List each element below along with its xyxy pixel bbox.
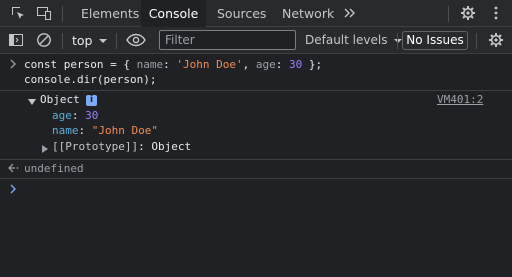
- object-prop-age: age: 30: [52, 109, 99, 122]
- kebab-menu-icon[interactable]: [488, 5, 504, 21]
- tab-elements[interactable]: Elements: [81, 0, 139, 27]
- log-levels-label: Default levels: [305, 33, 388, 47]
- toolbar-divider: [62, 33, 63, 49]
- console-prompt[interactable]: [0, 181, 512, 197]
- log-levels-dropdown[interactable]: Default levels: [305, 27, 403, 54]
- toolbar-divider-2: [116, 33, 117, 49]
- settings-icon[interactable]: [460, 5, 476, 21]
- sidebar-toggle-icon[interactable]: [8, 32, 24, 48]
- collapse-triangle-icon[interactable]: [28, 96, 36, 109]
- tab-network[interactable]: Network: [282, 0, 334, 27]
- return-arrow-icon: [8, 163, 20, 176]
- result-value: undefined: [24, 162, 84, 175]
- more-tabs-icon[interactable]: [342, 5, 358, 21]
- tab-sources[interactable]: Sources: [217, 0, 266, 27]
- command-line-2: console.dir(person);: [24, 73, 157, 86]
- device-toolbar-icon[interactable]: [36, 5, 52, 21]
- object-prop-name: name: "John Doe": [52, 124, 158, 137]
- devtools-tab-bar: Elements Console Sources Network: [0, 0, 512, 27]
- filter-input[interactable]: [159, 30, 296, 50]
- object-label[interactable]: Object: [40, 93, 80, 107]
- command-line-1: const person = { name: 'John Doe', age: …: [24, 58, 323, 71]
- row-divider: [0, 90, 512, 91]
- active-prompt-chevron-icon: [9, 183, 17, 197]
- issues-button[interactable]: No Issues: [402, 31, 468, 50]
- info-badge-icon[interactable]: i: [86, 95, 97, 106]
- tabbar-divider: [62, 6, 63, 22]
- clear-console-icon[interactable]: [36, 32, 52, 48]
- dropdown-caret-icon[interactable]: [95, 33, 111, 49]
- object-prototype[interactable]: [[Prototype]]: Object: [52, 140, 191, 154]
- eye-icon[interactable]: [126, 32, 146, 48]
- console-object-output: Object i VM401:2 age: 30 name: "John Doe…: [0, 93, 512, 158]
- tabbar-divider-right: [448, 6, 449, 22]
- source-link[interactable]: VM401:2: [437, 93, 483, 107]
- row-divider-2: [0, 159, 512, 160]
- console-settings-icon[interactable]: [488, 32, 504, 48]
- context-selector[interactable]: top: [72, 27, 92, 54]
- inspect-icon[interactable]: [10, 5, 26, 21]
- tab-console[interactable]: Console: [141, 0, 206, 27]
- toolbar-divider-4: [476, 33, 477, 49]
- prompt-chevron-icon: [9, 59, 17, 72]
- toolbar-divider-3: [397, 33, 398, 49]
- row-divider-3: [0, 178, 512, 179]
- expand-triangle-icon[interactable]: [41, 143, 49, 156]
- console-input-entry: const person = { name: 'John Doe', age: …: [0, 58, 512, 90]
- console-result-entry: undefined: [0, 162, 512, 178]
